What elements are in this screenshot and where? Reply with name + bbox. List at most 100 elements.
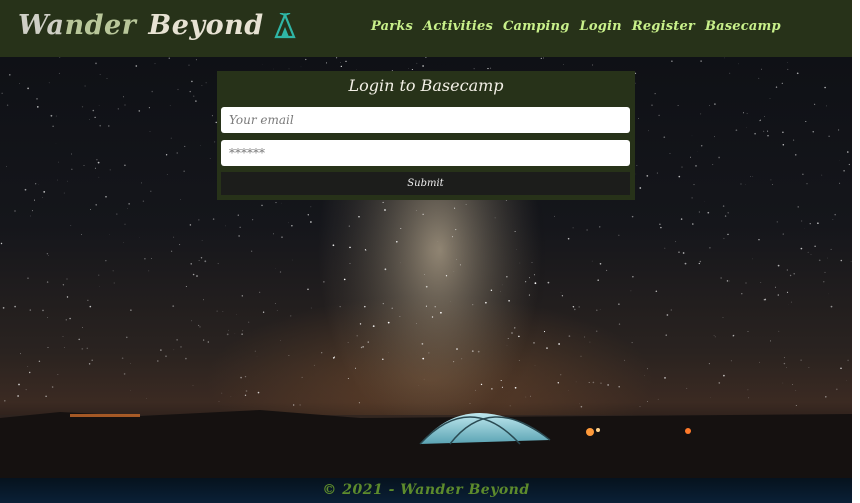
star bbox=[135, 65, 138, 67]
star bbox=[123, 96, 124, 98]
star bbox=[767, 130, 769, 132]
nav-link-activities[interactable]: Activities bbox=[423, 19, 493, 34]
star bbox=[58, 72, 60, 74]
star bbox=[367, 341, 369, 343]
star bbox=[666, 314, 669, 316]
star bbox=[425, 305, 427, 307]
nav-link-login[interactable]: Login bbox=[580, 19, 622, 34]
star bbox=[98, 105, 100, 106]
nav-link-parks[interactable]: Parks bbox=[371, 19, 413, 34]
star bbox=[475, 389, 476, 391]
star bbox=[305, 58, 307, 61]
star bbox=[729, 72, 731, 74]
star bbox=[156, 360, 159, 362]
star bbox=[735, 129, 738, 132]
star bbox=[48, 255, 49, 256]
star bbox=[288, 222, 289, 224]
star bbox=[680, 218, 683, 220]
star bbox=[516, 249, 517, 250]
star bbox=[726, 280, 729, 282]
star bbox=[345, 60, 347, 63]
star bbox=[24, 188, 27, 191]
star bbox=[790, 301, 792, 303]
nav-link-basecamp[interactable]: Basecamp bbox=[705, 19, 781, 34]
star bbox=[748, 397, 750, 399]
star bbox=[170, 250, 173, 252]
star bbox=[364, 249, 367, 251]
star bbox=[169, 105, 171, 106]
star bbox=[188, 64, 190, 66]
nav-link-camping[interactable]: Camping bbox=[503, 19, 570, 34]
star bbox=[796, 72, 799, 75]
star bbox=[507, 337, 509, 339]
star bbox=[824, 86, 826, 89]
star bbox=[121, 357, 124, 359]
star bbox=[578, 306, 580, 308]
star bbox=[30, 215, 31, 217]
star bbox=[362, 346, 364, 348]
star bbox=[489, 67, 492, 69]
star bbox=[752, 258, 753, 260]
star bbox=[769, 98, 771, 100]
star bbox=[347, 377, 349, 379]
star bbox=[416, 323, 417, 324]
star bbox=[528, 294, 530, 296]
star bbox=[384, 209, 386, 211]
star bbox=[36, 106, 39, 108]
star bbox=[647, 401, 648, 402]
star bbox=[237, 214, 239, 216]
submit-button[interactable]: Submit bbox=[221, 172, 630, 195]
star bbox=[821, 174, 823, 176]
star bbox=[382, 201, 384, 203]
star bbox=[165, 355, 167, 358]
star bbox=[252, 219, 254, 221]
star bbox=[573, 308, 576, 311]
nav-link-register[interactable]: Register bbox=[632, 19, 695, 34]
star bbox=[238, 235, 240, 237]
star bbox=[333, 356, 336, 358]
star bbox=[47, 347, 49, 348]
star bbox=[124, 104, 126, 106]
star bbox=[827, 257, 828, 259]
star bbox=[722, 316, 724, 319]
star bbox=[800, 220, 803, 222]
star bbox=[795, 154, 797, 156]
star bbox=[43, 191, 46, 193]
star bbox=[355, 367, 356, 369]
star bbox=[27, 87, 29, 90]
password-input[interactable] bbox=[221, 140, 630, 166]
star bbox=[729, 280, 730, 282]
star bbox=[291, 225, 293, 227]
star bbox=[185, 286, 187, 287]
star bbox=[177, 88, 179, 91]
star bbox=[454, 207, 456, 209]
brand-logo[interactable]: Wa nder Beyond bbox=[18, 10, 296, 41]
star bbox=[678, 251, 680, 254]
star bbox=[501, 386, 503, 388]
star bbox=[37, 184, 39, 185]
star bbox=[27, 277, 29, 280]
star bbox=[718, 382, 721, 384]
star bbox=[534, 282, 537, 285]
star bbox=[214, 141, 216, 143]
star bbox=[789, 274, 792, 277]
star bbox=[806, 183, 808, 185]
star bbox=[83, 164, 85, 167]
star bbox=[191, 80, 193, 83]
star bbox=[693, 184, 695, 186]
star bbox=[14, 305, 16, 308]
star bbox=[422, 65, 424, 67]
star bbox=[654, 93, 656, 95]
star bbox=[117, 108, 119, 110]
star bbox=[807, 251, 809, 253]
star bbox=[91, 359, 93, 361]
email-input[interactable] bbox=[221, 107, 630, 133]
star bbox=[723, 374, 725, 377]
star bbox=[98, 274, 100, 276]
star bbox=[648, 130, 649, 132]
star bbox=[47, 317, 48, 318]
star bbox=[185, 357, 187, 360]
star bbox=[746, 127, 747, 128]
star bbox=[96, 159, 98, 161]
star bbox=[180, 199, 181, 200]
